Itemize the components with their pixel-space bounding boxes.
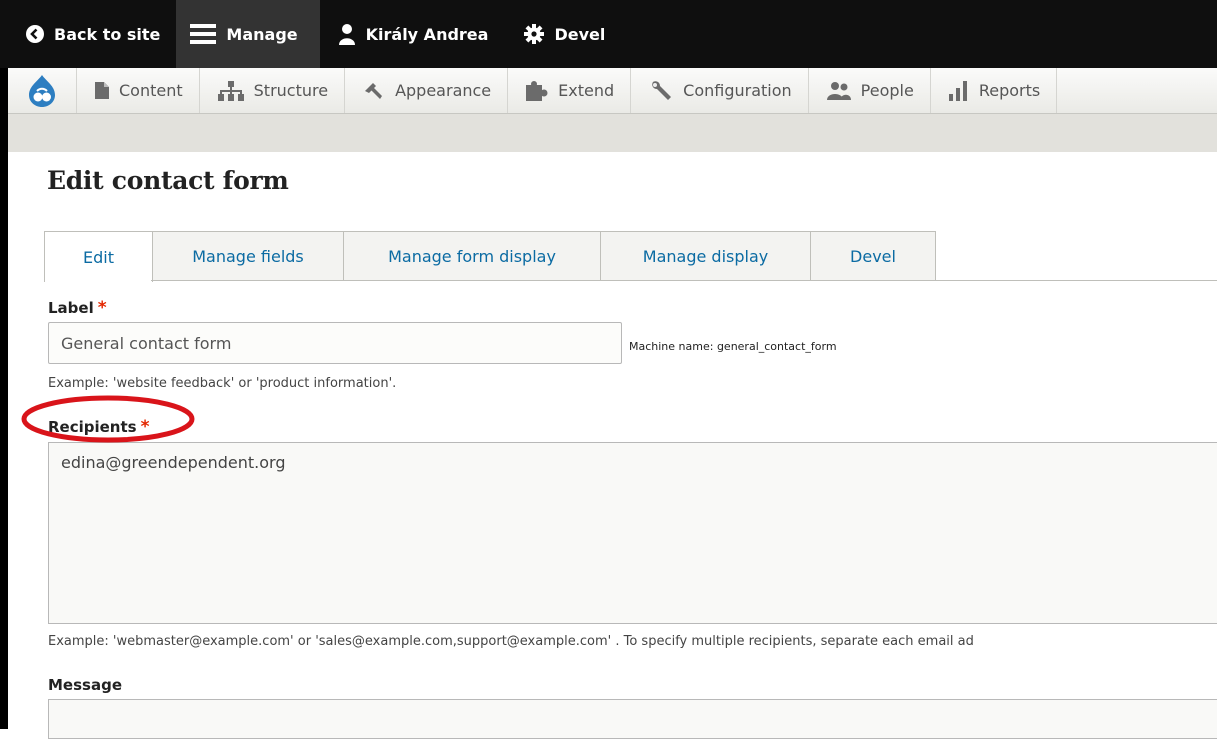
admin-menu-tray: Content Structure Appearance Extend Conf… [8,68,1217,114]
machine-name-link[interactable]: Machine name: general_contact_form [629,340,837,353]
devel-label: Devel [554,24,606,44]
recipients-textarea[interactable]: edina@greendependent.org [48,442,1217,624]
back-to-site-link[interactable]: Back to site [0,0,176,68]
user-tab[interactable]: Király Andrea [320,0,507,68]
label-field-title: Label * [48,298,107,318]
paint-icon [365,82,383,99]
recipients-field-label: Recipients [48,418,137,436]
wrench-icon [652,80,672,100]
devel-tab[interactable]: Devel [506,0,623,68]
tab-manage-form-display[interactable]: Manage form display [344,231,601,280]
menu-item-appearance[interactable]: Appearance [345,68,509,113]
menu-item-extend[interactable]: Extend [508,68,632,113]
tab-manage-display[interactable]: Manage display [601,231,811,280]
menu-item-people[interactable]: People [809,68,931,113]
puzzle-icon [526,80,548,101]
manage-label: Manage [226,24,298,44]
recipients-field-title: Recipients * [48,417,149,437]
local-tabs: Edit Manage fields Manage form display M… [44,231,936,282]
manage-tab[interactable]: Manage [176,0,320,68]
menu-item-extend-label: Extend [558,81,615,100]
hamburger-icon [190,23,217,45]
tab-manage-fields[interactable]: Manage fields [153,231,344,280]
label-input[interactable] [48,322,622,364]
back-to-site-label: Back to site [54,24,161,44]
menu-item-structure[interactable]: Structure [200,68,346,113]
label-description: Example: 'website feedback' or 'product … [48,376,397,391]
required-marker: * [97,298,107,318]
menu-item-configuration-label: Configuration [683,81,792,100]
menu-item-configuration[interactable]: Configuration [631,68,809,113]
tabs-divider [44,280,1217,281]
user-label: Király Andrea [365,24,489,44]
bar-chart-icon [948,80,967,101]
admin-toolbar: Back to site Manage Király Andrea Devel [0,0,1217,68]
sitemap-icon [217,80,244,101]
active-tab-gap [45,279,151,282]
user-icon [338,23,356,45]
message-textarea[interactable] [48,699,1217,739]
page-icon [95,82,109,99]
recipients-description: Example: 'webmaster@example.com' or 'sal… [48,634,974,649]
tab-edit[interactable]: Edit [44,231,153,282]
menu-item-people-label: People [860,81,914,100]
tab-devel[interactable]: Devel [811,231,936,280]
menu-item-content-label: Content [119,81,183,100]
page-title: Edit contact form [47,166,289,195]
menu-item-content[interactable]: Content [77,68,200,113]
screenshot-border [0,0,8,729]
menu-item-reports[interactable]: Reports [931,68,1058,113]
menu-item-structure-label: Structure [253,81,329,100]
people-icon [826,81,851,100]
message-field-title: Message [48,676,122,694]
back-arrow-icon [26,25,44,43]
required-marker: * [140,417,150,437]
drupal-logo-icon[interactable] [8,68,77,113]
breadcrumb-band [8,114,1217,152]
gear-icon [524,24,545,44]
label-field-label: Label [48,299,94,317]
message-field-label: Message [48,676,122,694]
menu-item-reports-label: Reports [978,81,1041,100]
menu-item-appearance-label: Appearance [395,81,492,100]
